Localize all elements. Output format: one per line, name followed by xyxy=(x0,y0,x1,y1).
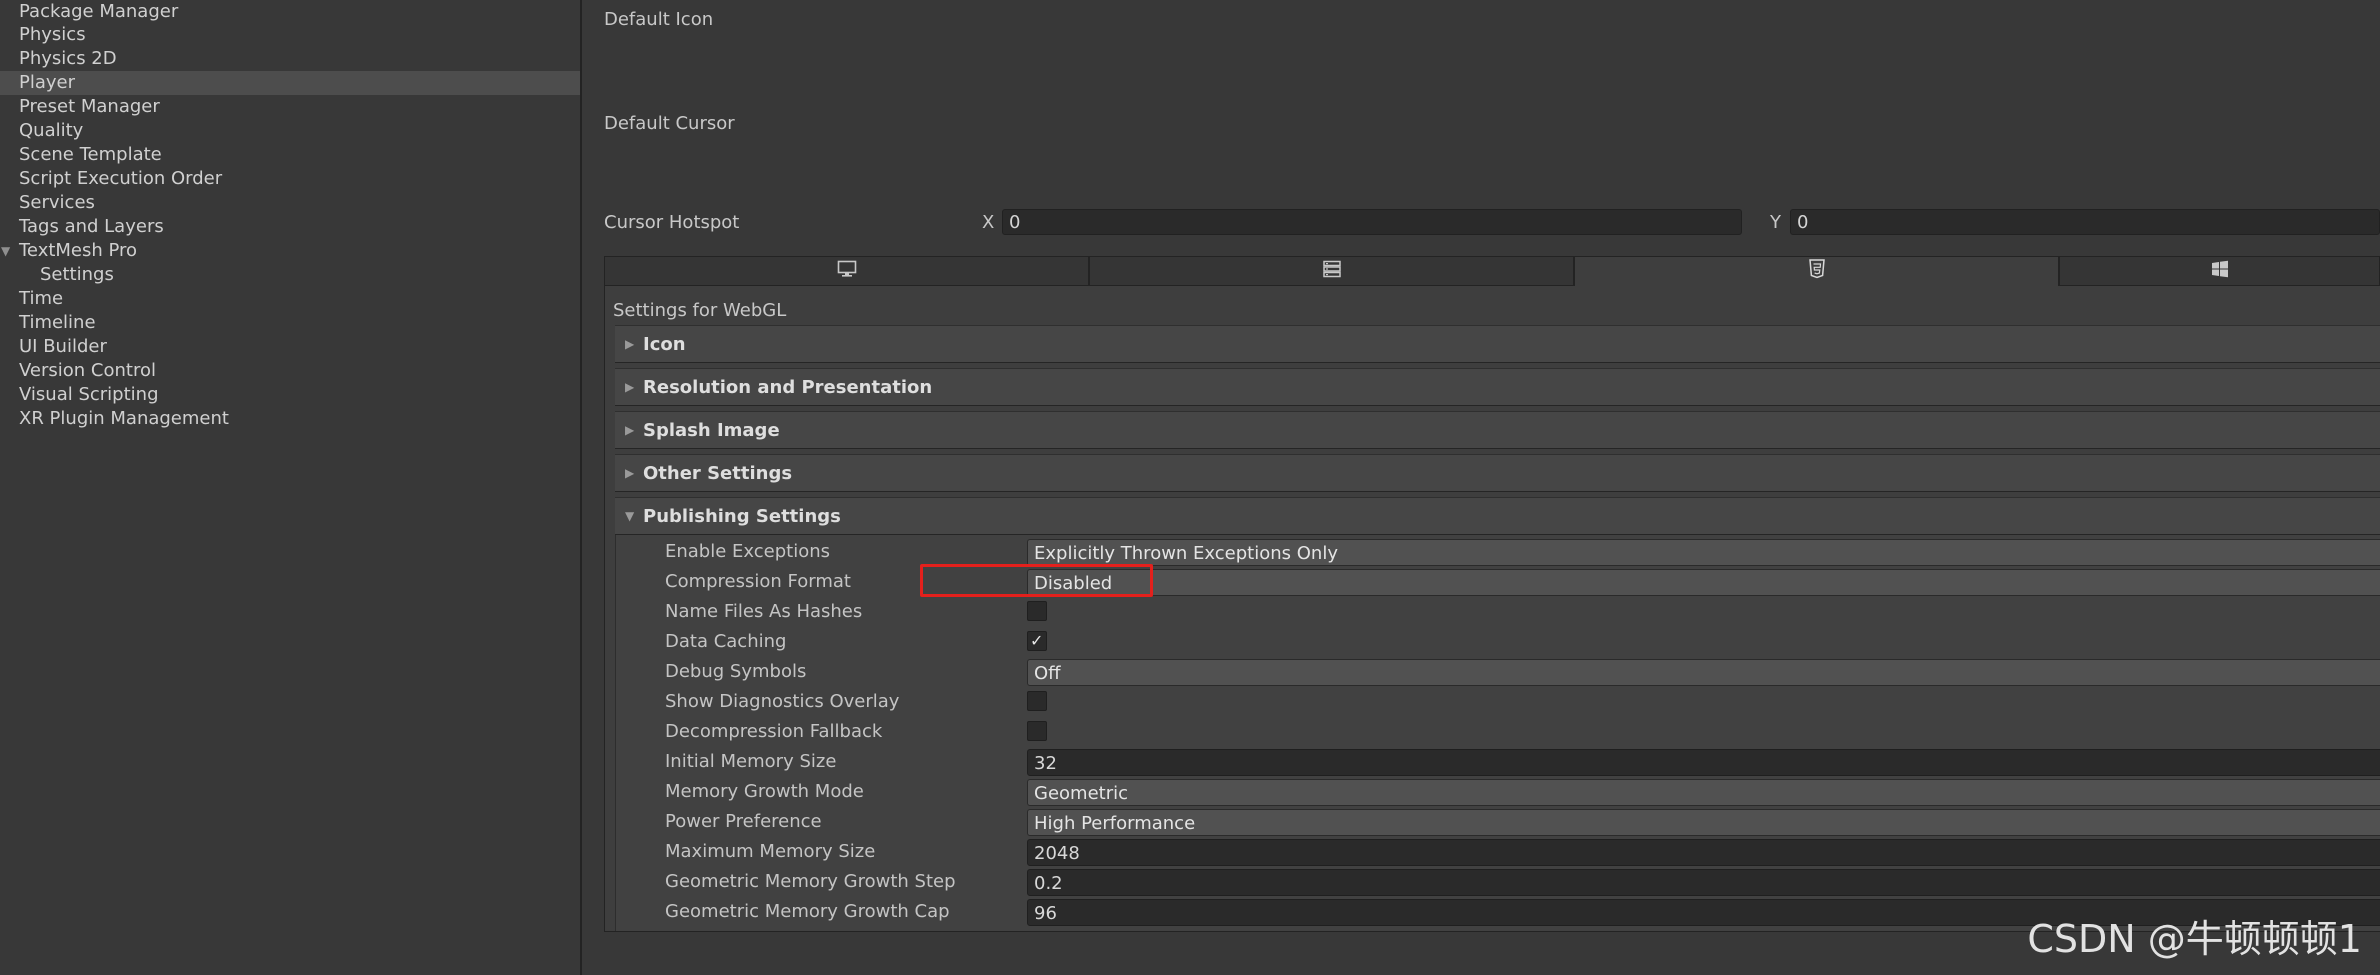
triangle-right-icon: ▶ xyxy=(625,466,635,480)
sidebar-item-label: Services xyxy=(19,192,95,213)
sidebar-item-label: Package Manager xyxy=(19,1,179,22)
project-settings-sidebar: Package Manager Physics Physics 2D Playe… xyxy=(0,0,582,975)
sidebar-item-label: TextMesh Pro xyxy=(19,240,138,261)
hotspot-x-label[interactable]: X xyxy=(982,212,994,233)
foldout-splash-image[interactable]: ▶ Splash Image xyxy=(615,411,2380,449)
geometric-memory-growth-cap-label: Geometric Memory Growth Cap xyxy=(665,901,950,922)
sidebar-item-ui-builder[interactable]: UI Builder xyxy=(0,335,580,359)
sidebar-item-preset-manager[interactable]: Preset Manager xyxy=(0,95,580,119)
foldout-resolution-and-presentation[interactable]: ▶ Resolution and Presentation xyxy=(615,368,2380,406)
foldout-title: Splash Image xyxy=(643,419,780,441)
foldout-title: Resolution and Presentation xyxy=(643,376,933,398)
sidebar-item-label: Timeline xyxy=(19,312,96,333)
sidebar-item-script-execution-order[interactable]: Script Execution Order xyxy=(0,167,580,191)
foldout-title: Icon xyxy=(643,333,686,355)
sidebar-item-xr-plugin-management[interactable]: XR Plugin Management xyxy=(0,407,580,431)
name-files-as-hashes-checkbox[interactable] xyxy=(1027,601,1047,621)
tab-webgl[interactable] xyxy=(1574,256,2059,286)
watermark: CSDN @牛顿顿顿1 xyxy=(2027,917,2362,961)
sidebar-item-time[interactable]: Time xyxy=(0,287,580,311)
sidebar-item-label: Player xyxy=(19,72,76,93)
decompression-fallback-checkbox[interactable] xyxy=(1027,721,1047,741)
sidebar-item-physics[interactable]: Physics xyxy=(0,23,580,47)
sidebar-item-textmesh-settings[interactable]: Settings xyxy=(0,263,580,287)
tab-dedicated-server[interactable] xyxy=(1089,256,1574,286)
sidebar-item-label: Script Execution Order xyxy=(19,168,223,189)
hotspot-y-label[interactable]: Y xyxy=(1770,212,1781,233)
sidebar-item-player[interactable]: Player xyxy=(0,71,580,95)
power-preference-label: Power Preference xyxy=(665,811,822,832)
sidebar-item-version-control[interactable]: Version Control xyxy=(0,359,580,383)
triangle-right-icon: ▶ xyxy=(625,380,635,394)
show-diagnostics-overlay-label: Show Diagnostics Overlay xyxy=(665,691,900,712)
maximum-memory-size-input[interactable]: 2048 xyxy=(1027,839,2380,866)
enable-exceptions-label: Enable Exceptions xyxy=(665,541,830,562)
foldout-publishing-settings[interactable]: ▼ Publishing Settings xyxy=(615,497,2380,535)
sidebar-item-label: XR Plugin Management xyxy=(19,408,229,429)
data-caching-label: Data Caching xyxy=(665,631,787,652)
triangle-right-icon: ▶ xyxy=(625,337,635,351)
decompression-fallback-label: Decompression Fallback xyxy=(665,721,883,742)
enable-exceptions-dropdown[interactable]: Explicitly Thrown Exceptions Only xyxy=(1027,539,2380,566)
tab-standalone[interactable] xyxy=(604,256,1089,286)
monitor-icon xyxy=(837,260,857,283)
sidebar-item-label: Physics xyxy=(19,24,86,45)
data-caching-checkbox[interactable]: ✓ xyxy=(1027,631,1047,651)
sidebar-item-label: Scene Template xyxy=(19,144,162,165)
maximum-memory-size-label: Maximum Memory Size xyxy=(665,841,876,862)
sidebar-item-tags-and-layers[interactable]: Tags and Layers xyxy=(0,215,580,239)
settings-for-label: Settings for WebGL xyxy=(613,300,787,321)
triangle-down-icon: ▼ xyxy=(625,509,635,523)
sidebar-item-label: Preset Manager xyxy=(19,96,160,117)
show-diagnostics-overlay-checkbox[interactable] xyxy=(1027,691,1047,711)
sidebar-item-services[interactable]: Services xyxy=(0,191,580,215)
sidebar-item-package-manager[interactable]: Package Manager xyxy=(0,0,580,24)
sidebar-item-label: Settings xyxy=(40,264,114,285)
sidebar-item-quality[interactable]: Quality xyxy=(0,119,580,143)
foldout-title: Other Settings xyxy=(643,462,793,484)
initial-memory-size-input[interactable]: 32 xyxy=(1027,749,2380,776)
sidebar-item-label: Tags and Layers xyxy=(19,216,164,237)
sidebar-item-textmesh-pro[interactable]: ▼ TextMesh Pro xyxy=(0,239,580,263)
compression-format-dropdown[interactable]: Disabled xyxy=(1027,569,2380,596)
name-files-as-hashes-label: Name Files As Hashes xyxy=(665,601,863,622)
player-settings-panel: Default Icon Default Cursor Cursor Hotsp… xyxy=(582,0,2380,975)
triangle-right-icon: ▶ xyxy=(625,423,635,437)
sidebar-item-label: UI Builder xyxy=(19,336,107,357)
sidebar-item-physics-2d[interactable]: Physics 2D xyxy=(0,47,580,71)
hotspot-y-input[interactable]: 0 xyxy=(1790,209,2380,235)
server-icon xyxy=(1322,260,1342,283)
sidebar-item-label: Time xyxy=(19,288,64,309)
platform-tabs xyxy=(604,256,2380,286)
webgl-settings-panel: Settings for WebGL ▶ Icon ▶ Resolution and… xyxy=(604,286,2380,932)
html5-icon xyxy=(1808,259,1826,284)
hotspot-x-input[interactable]: 0 xyxy=(1002,209,1742,235)
sidebar-item-visual-scripting[interactable]: Visual Scripting xyxy=(0,383,580,407)
foldout-other-settings[interactable]: ▶ Other Settings xyxy=(615,454,2380,492)
debug-symbols-dropdown[interactable]: Off xyxy=(1027,659,2380,686)
compression-format-label: Compression Format xyxy=(665,571,851,592)
tab-windows-store[interactable] xyxy=(2059,256,2380,286)
power-preference-dropdown[interactable]: High Performance xyxy=(1027,809,2380,836)
expand-arrow-icon[interactable]: ▼ xyxy=(1,239,10,263)
foldout-icon[interactable]: ▶ Icon xyxy=(615,325,2380,363)
sidebar-item-scene-template[interactable]: Scene Template xyxy=(0,143,580,167)
sidebar-item-label: Physics 2D xyxy=(19,48,117,69)
initial-memory-size-label: Initial Memory Size xyxy=(665,751,837,772)
sidebar-item-label: Version Control xyxy=(19,360,156,381)
sidebar-item-timeline[interactable]: Timeline xyxy=(0,311,580,335)
geometric-memory-growth-step-input[interactable]: 0.2 xyxy=(1027,869,2380,896)
geometric-memory-growth-step-label: Geometric Memory Growth Step xyxy=(665,871,956,892)
default-cursor-label: Default Cursor xyxy=(604,113,735,134)
checkmark-icon: ✓ xyxy=(1030,631,1044,650)
memory-growth-mode-dropdown[interactable]: Geometric xyxy=(1027,779,2380,806)
memory-growth-mode-label: Memory Growth Mode xyxy=(665,781,864,802)
windows-icon xyxy=(2211,260,2229,283)
debug-symbols-label: Debug Symbols xyxy=(665,661,807,682)
sidebar-item-label: Visual Scripting xyxy=(19,384,159,405)
default-icon-label: Default Icon xyxy=(604,9,714,30)
foldout-title: Publishing Settings xyxy=(643,505,841,527)
sidebar-item-label: Quality xyxy=(19,120,84,141)
cursor-hotspot-label: Cursor Hotspot xyxy=(604,212,740,233)
